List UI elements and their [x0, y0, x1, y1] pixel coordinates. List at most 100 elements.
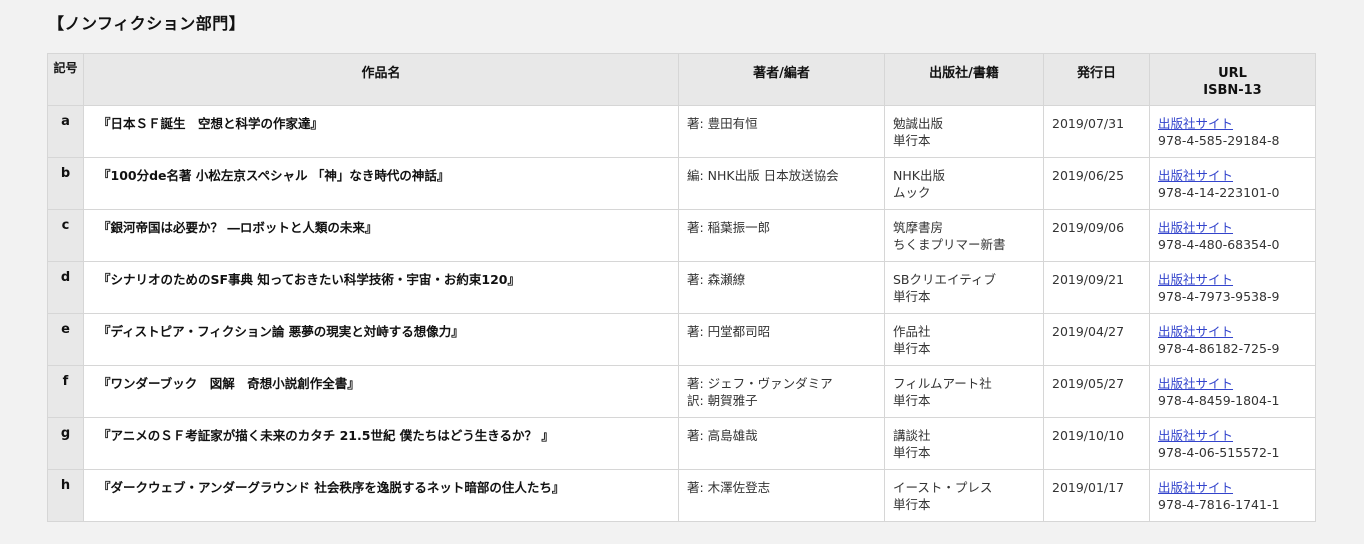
book-format: 単行本	[893, 445, 931, 460]
book-format: 単行本	[893, 341, 931, 356]
author-cell: 著: 稲葉振一郎	[678, 209, 885, 262]
publish-date: 2019/06/25	[1043, 157, 1150, 210]
book-format: 単行本	[893, 133, 931, 148]
book-title: 『ディストピア・フィクション論 悪夢の現実と対峙する想像力』	[83, 313, 679, 366]
row-id: g	[47, 417, 84, 470]
isbn-number: 978-4-8459-1804-1	[1158, 393, 1280, 408]
row-id: f	[47, 365, 84, 418]
url-cell: 出版社サイト 978-4-06-515572-1	[1149, 417, 1316, 470]
table-row: b 『100分de名著 小松左京スペシャル 「神」なき時代の神話』 編: NHK出版…	[47, 157, 1316, 210]
header-id: 記号	[47, 53, 84, 106]
isbn-number: 978-4-7973-9538-9	[1158, 289, 1280, 304]
isbn-number: 978-4-7816-1741-1	[1158, 497, 1280, 512]
book-title: 『日本ＳＦ誕生 空想と科学の作家達』	[83, 105, 679, 158]
author-cell: 著: 高島雄哉	[678, 417, 885, 470]
table-row: e 『ディストピア・フィクション論 悪夢の現実と対峙する想像力』 著: 円堂都司昭 作…	[47, 313, 1316, 366]
publisher-cell: NHK出版ムック	[884, 157, 1044, 210]
row-id: c	[47, 209, 84, 262]
author-primary: 編: NHK出版 日本放送協会	[687, 168, 839, 183]
publish-date: 2019/09/21	[1043, 261, 1150, 314]
row-id: d	[47, 261, 84, 314]
url-cell: 出版社サイト 978-4-14-223101-0	[1149, 157, 1316, 210]
publisher-site-link[interactable]: 出版社サイト	[1158, 375, 1307, 392]
author-primary: 著: ジェフ・ヴァンダミア	[687, 376, 833, 391]
book-title: 『アニメのＳＦ考証家が描く未来のカタチ 21.5世紀 僕たちはどう生きるか？ 』	[83, 417, 679, 470]
publisher-name: NHK出版	[893, 168, 945, 183]
publisher-site-link[interactable]: 出版社サイト	[1158, 479, 1307, 496]
publisher-cell: 作品社 単行本	[884, 313, 1044, 366]
publish-date: 2019/04/27	[1043, 313, 1150, 366]
url-cell: 出版社サイト 978-4-585-29184-8	[1149, 105, 1316, 158]
publisher-name: 筑摩書房	[893, 220, 944, 235]
author-primary: 著: 森瀬繚	[687, 272, 746, 287]
isbn-number: 978-4-14-223101-0	[1158, 185, 1280, 200]
publisher-site-link[interactable]: 出版社サイト	[1158, 115, 1307, 132]
table-row: d 『シナリオのためのSF事典 知っておきたい科学技術・宇宙・お約束120』 著: …	[47, 261, 1316, 314]
table-row: c 『銀河帝国は必要か？ ―ロボットと人類の未来』 著: 稲葉振一郎 筑摩書房ちくまプ…	[47, 209, 1316, 262]
publisher-cell: SBクリエイティブ 単行本	[884, 261, 1044, 314]
isbn-number: 978-4-86182-725-9	[1158, 341, 1280, 356]
author-cell: 著: 豊田有恒	[678, 105, 885, 158]
author-primary: 著: 稲葉振一郎	[687, 220, 771, 235]
author-cell: 編: NHK出版 日本放送協会	[678, 157, 885, 210]
publisher-name: フィルムアート社	[893, 376, 992, 391]
publisher-name: 作品社	[893, 324, 931, 339]
publisher-name: イースト・プレス	[893, 480, 993, 495]
row-id: b	[47, 157, 84, 210]
table-row: a 『日本ＳＦ誕生 空想と科学の作家達』 著: 豊田有恒 勉誠出版 単行本 2019/07…	[47, 105, 1316, 158]
url-cell: 出版社サイト 978-4-7816-1741-1	[1149, 469, 1316, 522]
book-format: ムック	[893, 185, 931, 200]
table-row: f 『ワンダーブック 図解 奇想小説創作全書』 著: ジェフ・ヴァンダミア 訳: 朝賀…	[47, 365, 1316, 418]
author-cell: 著: 円堂都司昭	[678, 313, 885, 366]
author-translator: 訳: 朝賀雅子	[687, 393, 758, 408]
author-cell: 著: 木澤佐登志	[678, 469, 885, 522]
publisher-site-link[interactable]: 出版社サイト	[1158, 323, 1307, 340]
book-title: 『シナリオのためのSF事典 知っておきたい科学技術・宇宙・お約束120』	[83, 261, 679, 314]
row-id: h	[47, 469, 84, 522]
publisher-site-link[interactable]: 出版社サイト	[1158, 219, 1307, 236]
publisher-cell: 勉誠出版 単行本	[884, 105, 1044, 158]
row-id: e	[47, 313, 84, 366]
page: 【ノンフィクション部門】 記号 作品名 著者/編者 出版社/書籍 発行日 URL…	[0, 0, 1364, 544]
publisher-site-link[interactable]: 出版社サイト	[1158, 167, 1307, 184]
publisher-name: SBクリエイティブ	[893, 272, 997, 287]
publisher-cell: 筑摩書房ちくまプリマー新書	[884, 209, 1044, 262]
header-author: 著者/編者	[678, 53, 885, 106]
publisher-site-link[interactable]: 出版社サイト	[1158, 271, 1307, 288]
publisher-site-link[interactable]: 出版社サイト	[1158, 427, 1307, 444]
table-row: g 『アニメのＳＦ考証家が描く未来のカタチ 21.5世紀 僕たちはどう生きるか？ …	[47, 417, 1316, 470]
publisher-cell: イースト・プレス 単行本	[884, 469, 1044, 522]
publisher-cell: フィルムアート社 単行本	[884, 365, 1044, 418]
publisher-cell: 講談社 単行本	[884, 417, 1044, 470]
publish-date: 2019/05/27	[1043, 365, 1150, 418]
author-primary: 著: 円堂都司昭	[687, 324, 771, 339]
isbn-number: 978-4-06-515572-1	[1158, 445, 1280, 460]
isbn-number: 978-4-585-29184-8	[1158, 133, 1280, 148]
publish-date: 2019/01/17	[1043, 469, 1150, 522]
book-title: 『銀河帝国は必要か？ ―ロボットと人類の未来』	[83, 209, 679, 262]
header-url: URL ISBN-13	[1149, 53, 1316, 106]
publish-date: 2019/10/10	[1043, 417, 1150, 470]
row-id: a	[47, 105, 84, 158]
header-url-label: URL	[1218, 66, 1247, 81]
book-format: ちくまプリマー新書	[893, 237, 1006, 252]
book-title: 『100分de名著 小松左京スペシャル 「神」なき時代の神話』	[83, 157, 679, 210]
section-title: 【ノンフィクション部門】	[48, 14, 246, 33]
book-format: 単行本	[893, 289, 931, 304]
header-isbn-label: ISBN-13	[1203, 83, 1262, 98]
header-date: 発行日	[1043, 53, 1150, 106]
author-primary: 著: 豊田有恒	[687, 116, 758, 131]
url-cell: 出版社サイト 978-4-7973-9538-9	[1149, 261, 1316, 314]
url-cell: 出版社サイト 978-4-8459-1804-1	[1149, 365, 1316, 418]
publisher-name: 勉誠出版	[893, 116, 944, 131]
publish-date: 2019/09/06	[1043, 209, 1150, 262]
book-format: 単行本	[893, 393, 931, 408]
url-cell: 出版社サイト 978-4-480-68354-0	[1149, 209, 1316, 262]
book-title: 『ワンダーブック 図解 奇想小説創作全書』	[83, 365, 679, 418]
author-cell: 著: ジェフ・ヴァンダミア 訳: 朝賀雅子	[678, 365, 885, 418]
book-title: 『ダークウェブ・アンダーグラウンド 社会秩序を逸脱するネット暗部の住人たち』	[83, 469, 679, 522]
author-cell: 著: 森瀬繚	[678, 261, 885, 314]
nonfiction-table: 記号 作品名 著者/編者 出版社/書籍 発行日 URL ISBN-13 a 『日本…	[47, 53, 1316, 522]
header-title: 作品名	[83, 53, 679, 106]
publisher-name: 講談社	[893, 428, 931, 443]
